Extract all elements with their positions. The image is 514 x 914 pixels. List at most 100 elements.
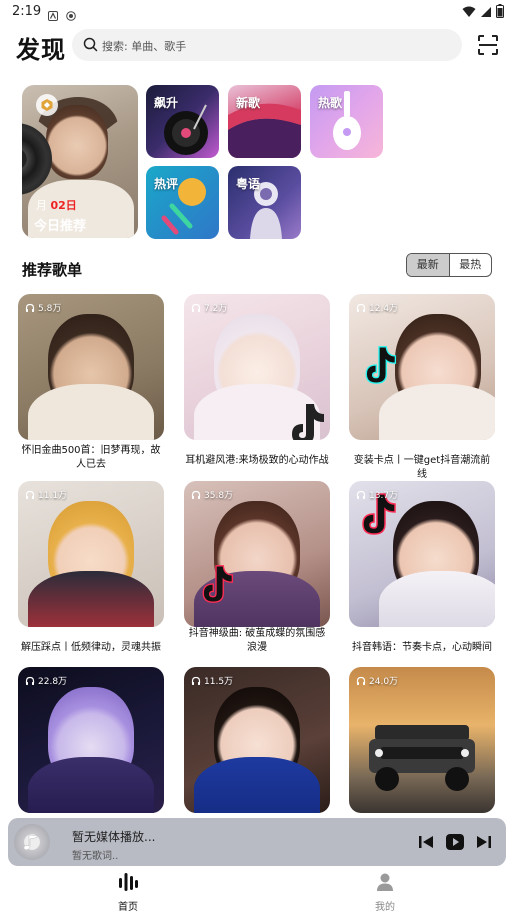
headphones-icon (356, 676, 366, 685)
playlist-cover (184, 481, 330, 627)
playlist-cover (18, 294, 164, 440)
battery-icon (496, 3, 504, 22)
tiktok-icon (292, 404, 324, 440)
tile-label: 粤语 (236, 177, 261, 191)
cover-body (28, 571, 154, 627)
truck-art (369, 725, 475, 791)
play-count-text: 13.7万 (369, 491, 399, 501)
playlist-cover (18, 667, 164, 813)
playlist-name: 变装卡点丨一键get抖音潮流前线 (353, 455, 491, 480)
tile-label: 新歌 (236, 96, 261, 110)
nav-home[interactable]: 首页 (98, 872, 158, 913)
playlist-cover (349, 667, 495, 813)
scan-icon[interactable] (476, 33, 500, 57)
tile-hot-songs[interactable]: 热歌 (310, 85, 383, 158)
tab-latest[interactable]: 最新 (407, 254, 450, 276)
player-lyrics: 暂无歌词.. (72, 851, 119, 862)
play-count: 11.5万 (191, 674, 233, 687)
headphones-icon (191, 490, 201, 499)
search-input[interactable]: 搜索: 单曲、歌手 (72, 29, 462, 61)
play-count-text: 5.8万 (38, 304, 62, 314)
tab-hottest[interactable]: 最热 (450, 254, 492, 276)
play-count: 35.8万 (191, 488, 233, 501)
next-button[interactable] (474, 832, 494, 852)
play-count: 12.4万 (356, 301, 398, 314)
status-time: 2:19 (12, 4, 42, 19)
tiktok-icon (202, 565, 234, 603)
play-count-text: 35.8万 (204, 491, 234, 501)
daily-day: 02日 (50, 199, 77, 212)
status-bar: 2:19 (0, 0, 514, 24)
playlist-name: 抖音神级曲: 破茧成蝶的氛围感浪漫 (188, 628, 326, 653)
playlist-cover (349, 481, 495, 627)
nav-home-label: 首页 (118, 902, 138, 913)
tile-rising[interactable]: 飙升 (146, 85, 219, 158)
headphones-icon (25, 676, 35, 685)
playlist-cover (184, 294, 330, 440)
cover-body (28, 757, 154, 813)
signal-icon (480, 3, 492, 22)
cover-body (28, 384, 154, 440)
playlist-name: 解压踩点丨低频律动，灵魂共振 (21, 642, 161, 653)
bottom-nav: 首页 我的 (0, 866, 514, 914)
play-count-text: 11.5万 (204, 677, 234, 687)
playlist-cover (349, 294, 495, 440)
tile-label: 飙升 (154, 96, 179, 110)
play-count: 13.7万 (356, 488, 398, 501)
daily-date: 月 02日 (36, 197, 77, 213)
play-count-text: 22.8万 (38, 677, 68, 687)
playlist-cover (184, 667, 330, 813)
play-count: 7.2万 (191, 301, 227, 314)
playlist-name: 耳机避风港:来场极致的心动作战 (185, 455, 329, 466)
tile-label: 热歌 (318, 96, 343, 110)
section-title: 推荐歌单 (22, 261, 83, 279)
cover-body (379, 384, 495, 440)
play-count-text: 24.0万 (369, 677, 399, 687)
skip-next-icon (477, 836, 491, 848)
nav-mine-label: 我的 (375, 902, 395, 913)
music-note-icon (23, 834, 38, 851)
diamond-icon (36, 94, 58, 116)
tiktok-icon (365, 346, 397, 384)
headphones-icon (356, 303, 366, 312)
playlist-name: 抖音韩语：节奏卡点，心动瞬间 (352, 642, 492, 653)
daily-title: 今日推荐 (34, 219, 87, 234)
tile-new-songs[interactable]: 新歌 (228, 85, 301, 158)
nav-mine[interactable]: 我的 (355, 872, 415, 913)
play-count: 5.8万 (25, 301, 61, 314)
tile-cantonese[interactable]: 粤语 (228, 166, 301, 239)
cover-face (46, 105, 108, 179)
record-icon (66, 6, 76, 21)
headphones-icon (25, 303, 35, 312)
headphones-icon (356, 490, 366, 499)
daily-month: 月 (36, 199, 47, 212)
previous-button[interactable] (416, 832, 436, 852)
equalizer-icon (119, 873, 138, 891)
play-count-text: 7.2万 (204, 304, 228, 314)
search-icon (83, 37, 98, 56)
play-count: 11.1万 (25, 488, 67, 501)
play-count-text: 11.1万 (38, 491, 68, 501)
player-title: 暂无媒体播放... (72, 830, 156, 844)
notification-icon (48, 6, 58, 21)
player-artwork (14, 824, 50, 860)
play-count: 24.0万 (356, 674, 398, 687)
tile-label: 热评 (154, 177, 179, 191)
cover-body (194, 757, 320, 813)
play-count-text: 12.4万 (369, 304, 399, 314)
play-button[interactable] (445, 832, 465, 852)
playlist-name: 怀旧金曲500首：旧梦再现，故人已去 (21, 445, 161, 470)
daily-recommend-card[interactable]: 月 02日 今日推荐 (22, 85, 138, 238)
skip-previous-icon (419, 836, 433, 848)
headphones-icon (25, 490, 35, 499)
cover-body (379, 571, 495, 627)
tile-hot-comments[interactable]: 热评 (146, 166, 219, 239)
page-title: 发现 (16, 36, 66, 64)
wifi-icon (462, 3, 476, 22)
sort-toggle[interactable]: 最新 最热 (406, 253, 492, 277)
headphones-icon (191, 303, 201, 312)
play-icon (446, 834, 464, 850)
user-icon (377, 873, 393, 891)
headphones-icon (191, 676, 201, 685)
mini-player[interactable]: 暂无媒体播放... 暂无歌词.. (8, 818, 506, 866)
